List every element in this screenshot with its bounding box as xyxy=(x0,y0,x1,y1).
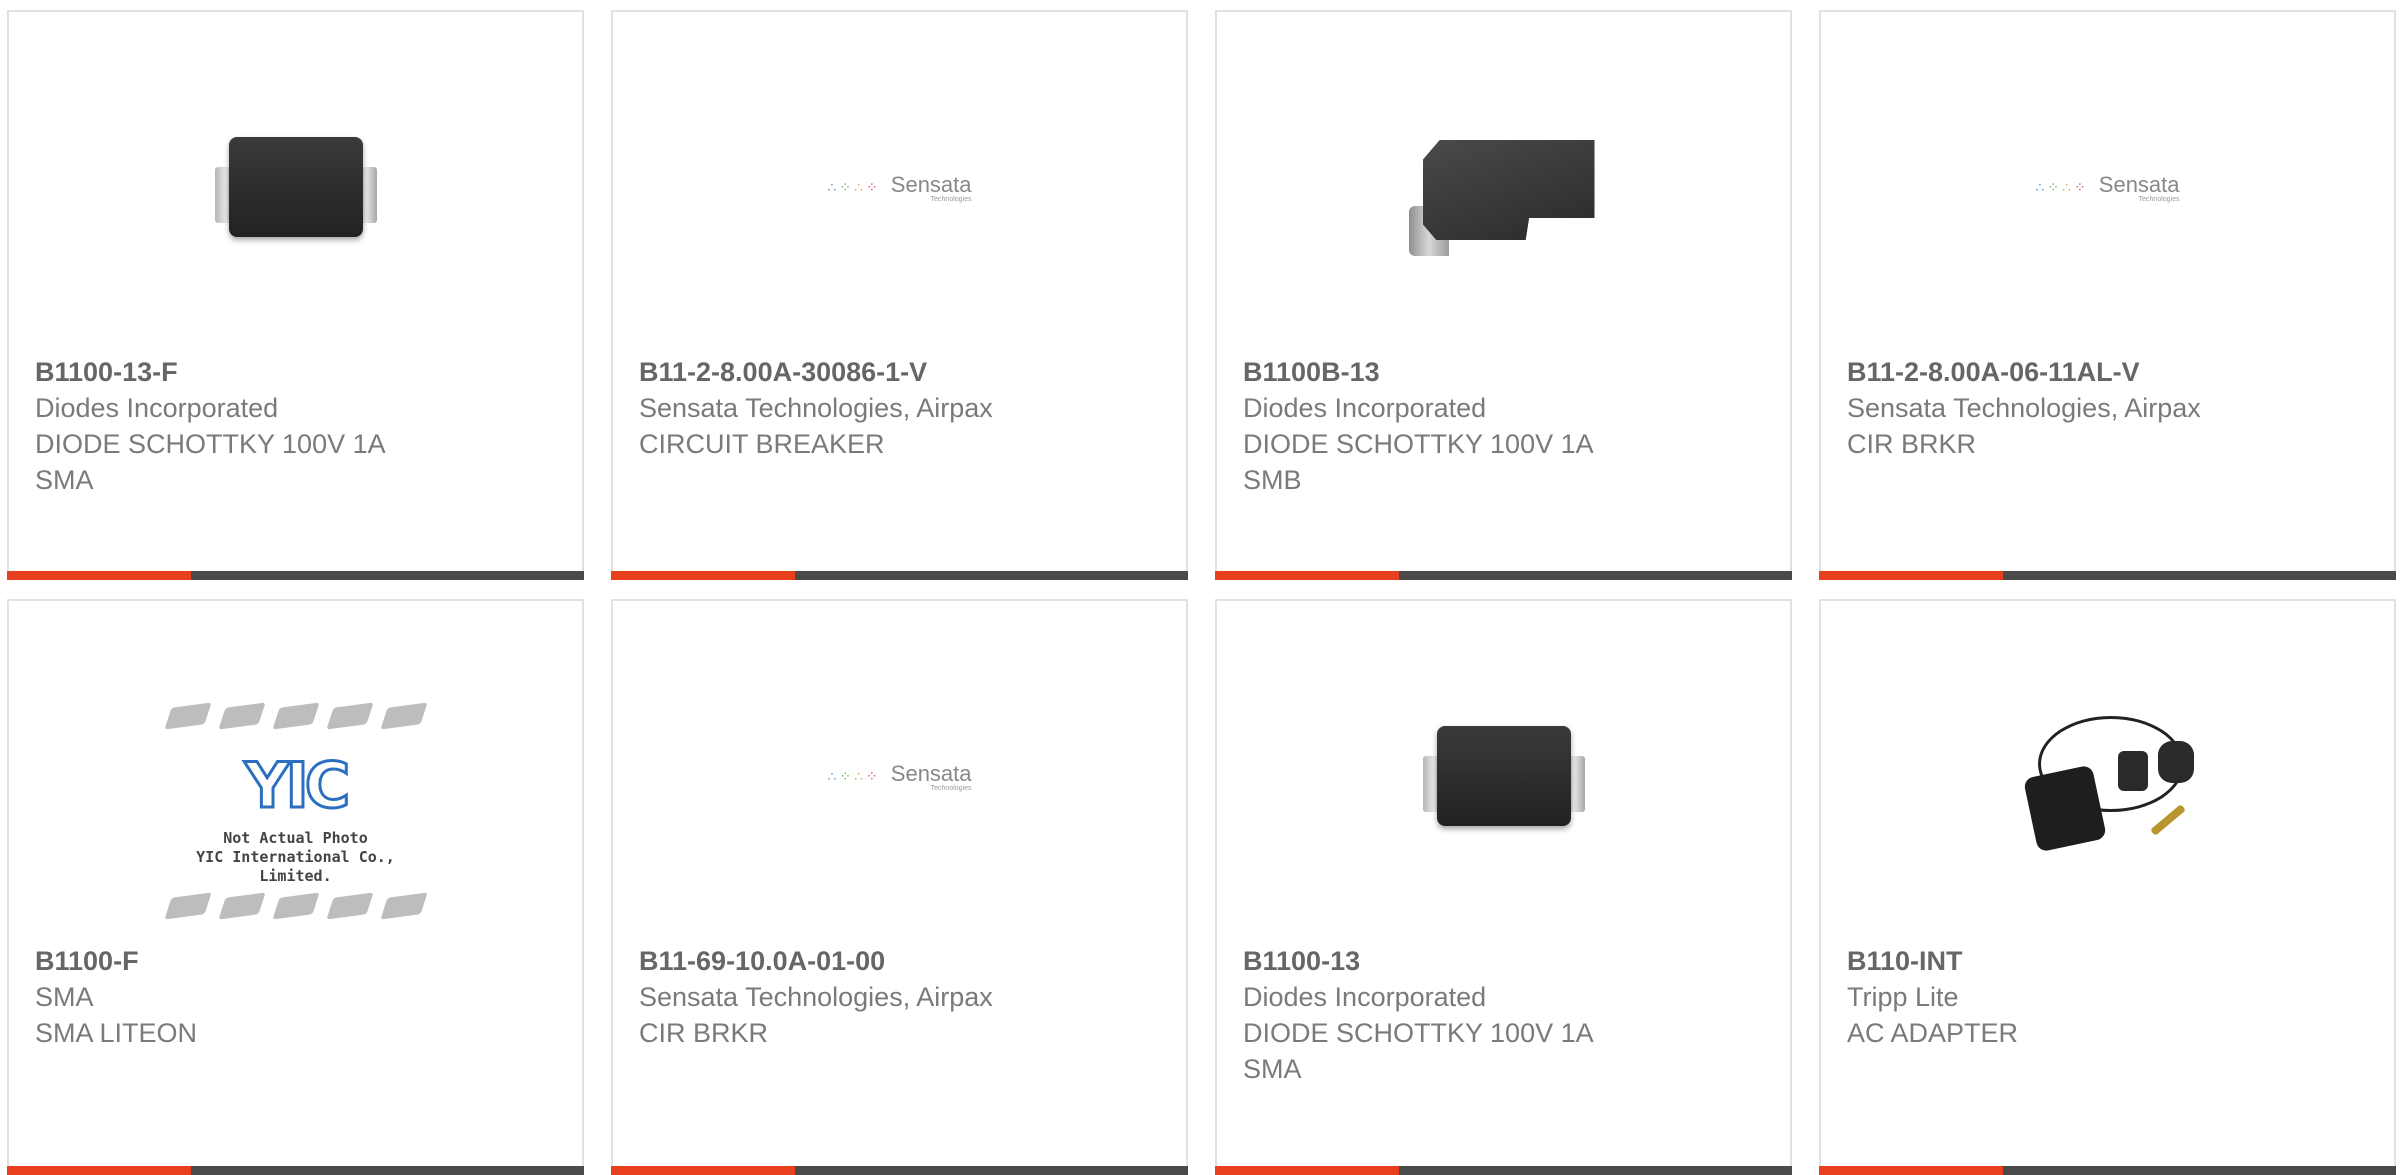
part-number[interactable]: B11-2-8.00A-06-11AL-V xyxy=(1847,354,2374,390)
package: SMA xyxy=(35,465,94,495)
product-card[interactable]: B1100-13-F Diodes Incorporated DIODE SCH… xyxy=(7,10,584,580)
product-card[interactable]: ∴⁘∴⁘ Sensata Technologies B11-69-10.0A-01… xyxy=(611,599,1188,1175)
product-card[interactable]: ∴⁘∴⁘ Sensata Technologies B11-2-8.00A-300… xyxy=(611,10,1188,580)
description: AC ADAPTER xyxy=(1847,1018,2019,1048)
manufacturer: Diodes Incorporated xyxy=(1243,393,1487,423)
product-card[interactable]: B1100B-13 Diodes Incorporated DIODE SCHO… xyxy=(1215,10,1792,580)
part-number[interactable]: B1100B-13 xyxy=(1243,354,1770,390)
card-footer-bar xyxy=(7,571,584,580)
card-footer-bar xyxy=(1819,1166,2396,1175)
package: SMA xyxy=(1243,1054,1302,1084)
part-number[interactable]: B1100-13 xyxy=(1243,943,1770,979)
card-footer-bar xyxy=(611,1166,1188,1175)
manufacturer: Sensata Technologies, Airpax xyxy=(639,982,993,1012)
sensata-logo: ∴⁘∴⁘ Sensata Technologies xyxy=(827,171,972,203)
card-footer-bar xyxy=(611,571,1188,580)
product-card[interactable]: YIC Not Actual Photo YIC International Co… xyxy=(7,599,584,1175)
part-number[interactable]: B11-69-10.0A-01-00 xyxy=(639,943,1166,979)
product-card[interactable]: B110-INT Tripp Lite AC ADAPTER xyxy=(1819,599,2396,1175)
sma-diode-image xyxy=(1404,676,1604,876)
card-footer-bar xyxy=(1819,571,2396,580)
manufacturer: Diodes Incorporated xyxy=(35,393,279,423)
package: SMB xyxy=(1243,465,1302,495)
manufacturer: Tripp Lite xyxy=(1847,982,1959,1012)
part-number[interactable]: B11-2-8.00A-30086-1-V xyxy=(639,354,1166,390)
manufacturer: Sensata Technologies, Airpax xyxy=(1847,393,2201,423)
card-footer-bar xyxy=(1215,1166,1792,1175)
ac-adapter-image xyxy=(2008,676,2208,876)
sma-diode-image xyxy=(196,87,396,287)
product-card[interactable]: B1100-13 Diodes Incorporated DIODE SCHOT… xyxy=(1215,599,1792,1175)
description: DIODE SCHOTTKY 100V 1A xyxy=(35,429,386,459)
manufacturer: Sensata Technologies, Airpax xyxy=(639,393,993,423)
sensata-logo: ∴⁘∴⁘ Sensata Technologies xyxy=(2035,171,2180,203)
part-number[interactable]: B110-INT xyxy=(1847,943,2374,979)
manufacturer: Diodes Incorporated xyxy=(1243,982,1487,1012)
description: SMA LITEON xyxy=(35,1018,198,1048)
description: SMA xyxy=(35,982,94,1012)
card-footer-bar xyxy=(7,1166,584,1175)
card-footer-bar xyxy=(1215,571,1792,580)
description: CIR BRKR xyxy=(639,1018,769,1048)
yic-placeholder-image: YIC Not Actual Photo YIC International Co… xyxy=(161,691,431,931)
part-number[interactable]: B1100-13-F xyxy=(35,354,562,390)
product-card[interactable]: ∴⁘∴⁘ Sensata Technologies B11-2-8.00A-06-… xyxy=(1819,10,2396,580)
sensata-logo: ∴⁘∴⁘ Sensata Technologies xyxy=(827,760,972,792)
smb-diode-image xyxy=(1404,87,1604,287)
part-number[interactable]: B1100-F xyxy=(35,943,562,979)
description: DIODE SCHOTTKY 100V 1A xyxy=(1243,429,1594,459)
description: CIR BRKR xyxy=(1847,429,1977,459)
description: CIRCUIT BREAKER xyxy=(639,429,885,459)
description: DIODE SCHOTTKY 100V 1A xyxy=(1243,1018,1594,1048)
